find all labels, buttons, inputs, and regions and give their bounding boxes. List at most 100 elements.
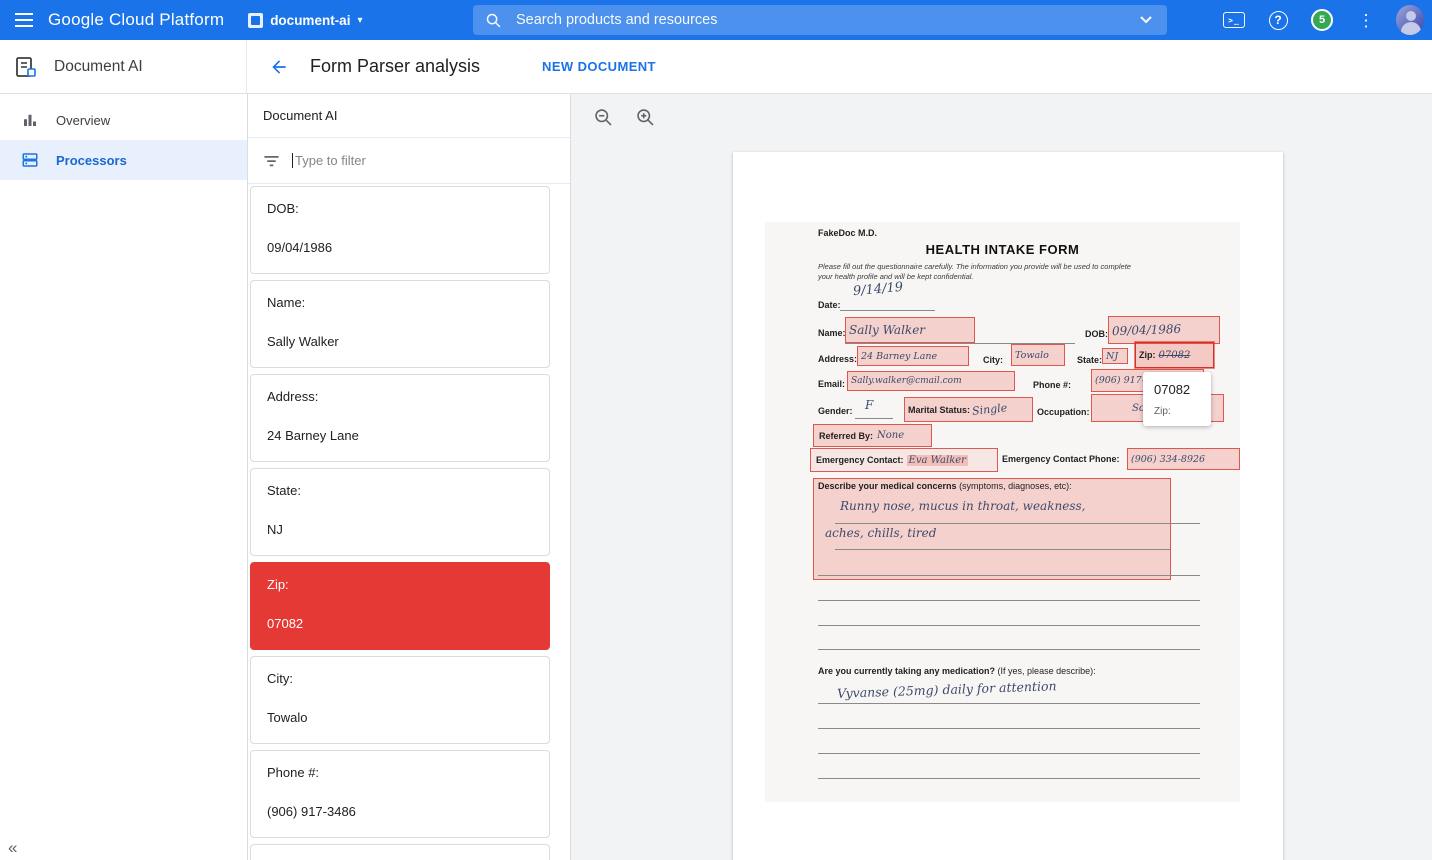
field-tooltip: 07082 Zip: [1143, 372, 1211, 426]
cloud-shell-icon[interactable]: >_ [1220, 6, 1248, 34]
processors-icon [21, 151, 39, 169]
concerns-label-bold: Describe your medical concerns [818, 481, 957, 491]
field-label: Name: [267, 295, 533, 310]
tooltip-value: 07082 [1154, 382, 1200, 397]
entities-panel: Document AI DOB: 09/04/1986 Name: Sally … [247, 94, 571, 860]
email-highlight[interactable]: Sally.walker@cmail.com [847, 371, 1015, 391]
date-value: 9/14/19 [852, 280, 903, 299]
field-card-dob[interactable]: DOB: 09/04/1986 [250, 186, 550, 274]
notification-badge[interactable]: 5 [1308, 6, 1336, 34]
project-icon [248, 13, 263, 28]
field-value: 07082 [267, 616, 533, 631]
field-value: Sally Walker [267, 334, 533, 349]
medication-label: Are you currently taking any medication?… [818, 666, 1096, 676]
document-viewer: FakeDoc M.D. HEALTH INTAKE FORM Please f… [571, 94, 1432, 860]
project-selector[interactable]: document-ai ▾ [248, 13, 362, 28]
phone-label: Phone #: [1033, 380, 1071, 390]
dob-highlight[interactable]: 09/04/1986 [1108, 316, 1220, 344]
field-card-phone[interactable]: Phone #: (906) 917-3486 [250, 750, 550, 838]
chevron-down-icon: ▾ [357, 15, 362, 26]
field-label: Address: [267, 389, 533, 404]
medication-value: Vyvanse (25mg) daily for attention [837, 678, 1057, 701]
sidebar-item-overview[interactable]: Overview [0, 100, 247, 140]
field-value: Towalo [267, 710, 533, 725]
form-clinic: FakeDoc M.D. [818, 228, 877, 238]
form-title: HEALTH INTAKE FORM [765, 242, 1240, 257]
search-icon [485, 12, 502, 29]
search-input[interactable] [516, 12, 1137, 28]
field-card-zip[interactable]: Zip: 07082 [250, 562, 550, 650]
field-card-address[interactable]: Address: 24 Barney Lane [250, 374, 550, 462]
concerns-label: Describe your medical concerns (symptoms… [818, 481, 1072, 491]
occupation-label: Occupation: [1037, 407, 1090, 417]
search-bar[interactable] [473, 5, 1167, 35]
referred-by-highlight[interactable]: Referred By: None [813, 424, 932, 447]
medication-label-bold: Are you currently taking any medication? [818, 666, 995, 676]
topbar-actions: >_ ? 5 ⋮ [1220, 0, 1424, 40]
form-intro-line1: Please fill out the questionnaire carefu… [818, 262, 1131, 271]
bar-chart-icon [21, 111, 39, 129]
address-label: Address: [818, 354, 857, 364]
sidebar-item-processors[interactable]: Processors [0, 140, 247, 180]
zip-highlight-selected[interactable]: Zip: 07082 [1135, 342, 1214, 368]
search-chevron-down-icon[interactable] [1137, 13, 1155, 27]
filter-icon [263, 154, 280, 168]
address-highlight[interactable]: 24 Barney Lane [857, 346, 969, 366]
page-header: Document AI Form Parser analysis NEW DOC… [0, 40, 1432, 94]
emergency-phone-label: Emergency Contact Phone: [1002, 454, 1120, 464]
avatar[interactable] [1396, 6, 1424, 34]
city-label: City: [983, 355, 1003, 365]
medication-label-rest: (If yes, please describe): [995, 666, 1096, 676]
field-label: State: [267, 483, 533, 498]
panel-title-row: Document AI [248, 94, 570, 138]
field-value: (906) 917-3486 [267, 804, 533, 819]
help-icon[interactable]: ? [1264, 6, 1292, 34]
emergency-phone-highlight[interactable]: (906) 334-8926 [1127, 448, 1240, 470]
city-highlight[interactable]: Towalo [1011, 344, 1065, 366]
field-card-list: DOB: 09/04/1986 Name: Sally Walker Addre… [248, 184, 570, 860]
state-highlight[interactable]: NJ [1102, 348, 1128, 364]
app-brand: Document AI [0, 40, 247, 93]
tooltip-label: Zip: [1154, 406, 1200, 417]
zoom-out-icon[interactable] [591, 105, 615, 129]
more-options-icon[interactable]: ⋮ [1352, 6, 1380, 34]
field-label: DOB: [267, 201, 533, 216]
sidebar: Overview Processors « [0, 94, 247, 860]
name-highlight[interactable]: Sally Walker [845, 317, 975, 343]
email-label: Email: [818, 379, 845, 389]
app-title: Document AI [54, 58, 143, 76]
filter-input[interactable] [295, 153, 525, 168]
field-label: Zip: [267, 577, 533, 592]
field-card-state[interactable]: State: NJ [250, 468, 550, 556]
gcp-logo[interactable]: Google Cloud Platform [48, 10, 224, 30]
field-card-partial[interactable] [250, 844, 550, 860]
field-value: 09/04/1986 [267, 240, 533, 255]
document-page[interactable]: FakeDoc M.D. HEALTH INTAKE FORM Please f… [733, 152, 1283, 860]
panel-breadcrumb: Document AI [263, 108, 337, 123]
field-label: City: [267, 671, 533, 686]
text-cursor [292, 153, 293, 168]
document-ai-app: Google Cloud Platform document-ai ▾ >_ ?… [0, 0, 1432, 860]
page-title: Form Parser analysis [310, 56, 480, 77]
marital-status-highlight[interactable]: Marital Status: Single [904, 397, 1033, 422]
date-label: Date: [818, 300, 841, 310]
scanned-form: FakeDoc M.D. HEALTH INTAKE FORM Please f… [765, 222, 1240, 802]
gender-label: Gender: [818, 406, 853, 416]
zoom-in-icon[interactable] [633, 105, 657, 129]
filter-row[interactable] [248, 138, 570, 184]
new-document-button[interactable]: NEW DOCUMENT [542, 59, 656, 74]
back-arrow-icon[interactable] [262, 50, 296, 84]
document-ai-icon [13, 55, 37, 79]
top-navigation-bar: Google Cloud Platform document-ai ▾ >_ ?… [0, 0, 1432, 40]
sidebar-item-label: Processors [56, 153, 127, 168]
dob-label: DOB: [1085, 329, 1108, 339]
field-card-city[interactable]: City: Towalo [250, 656, 550, 744]
state-label: State: [1077, 355, 1102, 365]
hamburger-menu-icon[interactable] [0, 0, 48, 40]
gender-value: F [865, 398, 873, 412]
concerns-line1: Runny nose, mucus in throat, weakness, [840, 499, 1085, 513]
field-card-name[interactable]: Name: Sally Walker [250, 280, 550, 368]
emergency-contact-highlight[interactable]: Emergency Contact: Eva Walker [810, 448, 998, 472]
concerns-line2: aches, chills, tired [825, 526, 936, 540]
collapse-sidebar-icon[interactable]: « [8, 838, 17, 858]
